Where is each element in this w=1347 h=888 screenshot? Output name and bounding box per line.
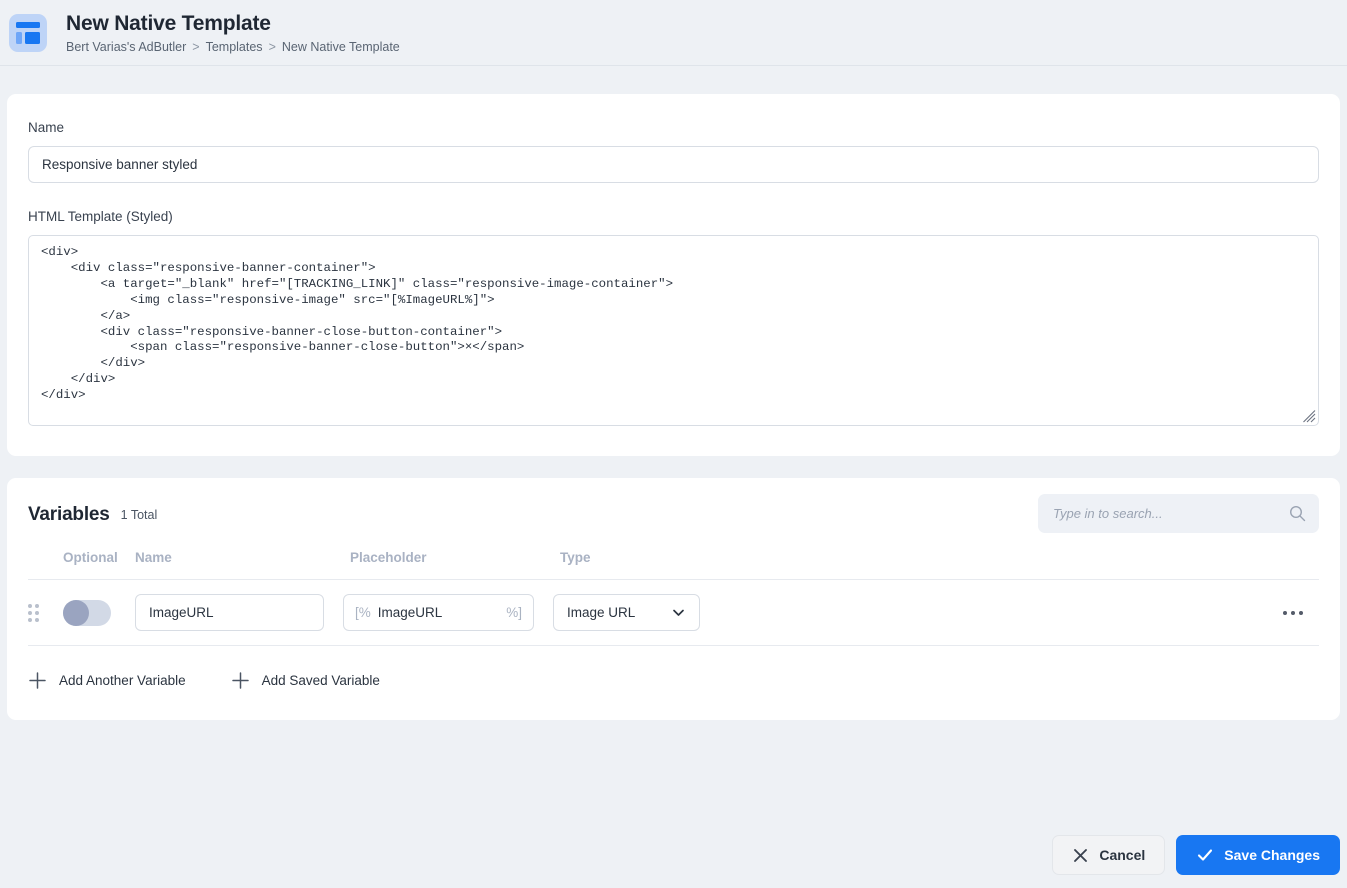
placeholder-value: ImageURL xyxy=(377,605,443,620)
placeholder-suffix: %] xyxy=(506,605,522,620)
breadcrumb-item-templates[interactable]: Templates xyxy=(206,40,263,54)
plus-icon xyxy=(29,672,46,689)
html-template-label: HTML Template (Styled) xyxy=(28,209,173,224)
add-saved-variable-button[interactable]: Add Saved Variable xyxy=(231,671,380,690)
check-icon xyxy=(1198,849,1213,861)
variables-card: Variables 1 Total Optional Name Placehol… xyxy=(7,478,1340,720)
search-icon[interactable] xyxy=(1289,505,1306,522)
column-optional: Optional xyxy=(63,550,118,565)
search-input[interactable] xyxy=(1051,505,1289,522)
breadcrumb-item-account[interactable]: Bert Varias's AdButler xyxy=(66,40,186,54)
variables-search[interactable] xyxy=(1038,494,1319,533)
variable-type-select[interactable]: Image URL xyxy=(553,594,700,631)
variables-title: Variables xyxy=(28,504,110,525)
row-more-options-button[interactable] xyxy=(700,610,1319,615)
page-title: New Native Template xyxy=(66,11,271,35)
column-placeholder: Placeholder xyxy=(350,550,427,565)
close-icon xyxy=(1074,848,1088,862)
name-input[interactable] xyxy=(28,146,1319,183)
cancel-button[interactable]: Cancel xyxy=(1052,835,1166,875)
variable-type-value: Image URL xyxy=(567,605,636,620)
name-label: Name xyxy=(28,120,65,135)
column-name: Name xyxy=(135,550,172,565)
table-row: [% ImageURL %] Image URL xyxy=(28,580,1319,646)
column-type: Type xyxy=(560,550,591,565)
plus-icon xyxy=(231,672,249,689)
placeholder-prefix: [% xyxy=(355,605,371,620)
footer-actions: Cancel Save Changes xyxy=(0,822,1347,888)
variables-count: 1 Total xyxy=(120,508,158,522)
cancel-label: Cancel xyxy=(1099,847,1146,863)
template-form-card: Name HTML Template (Styled) <div> <div c… xyxy=(7,94,1340,456)
page-header: New Native Template Bert Varias's AdButl… xyxy=(0,0,1347,66)
variable-placeholder-field[interactable]: [% ImageURL %] xyxy=(343,594,534,631)
variables-column-header: Optional Name Placeholder Type xyxy=(28,550,1319,580)
optional-toggle[interactable] xyxy=(63,599,111,626)
template-layout-icon xyxy=(9,13,47,52)
breadcrumb-separator: > xyxy=(268,40,276,55)
html-template-textarea[interactable]: <div> <div class="responsive-banner-cont… xyxy=(28,235,1319,426)
variable-name-input[interactable] xyxy=(135,594,324,631)
add-another-variable-label: Add Another Variable xyxy=(59,673,186,688)
chevron-down-icon[interactable] xyxy=(671,605,686,620)
save-changes-button[interactable]: Save Changes xyxy=(1176,835,1340,875)
add-saved-variable-label: Add Saved Variable xyxy=(261,673,380,688)
save-changes-label: Save Changes xyxy=(1224,847,1320,863)
add-another-variable-button[interactable]: Add Another Variable xyxy=(28,671,186,690)
breadcrumb: Bert Varias's AdButler > Templates > New… xyxy=(66,40,400,54)
drag-handle-icon[interactable] xyxy=(28,603,63,622)
breadcrumb-item-current: New Native Template xyxy=(281,40,400,55)
breadcrumb-separator: > xyxy=(192,40,200,55)
